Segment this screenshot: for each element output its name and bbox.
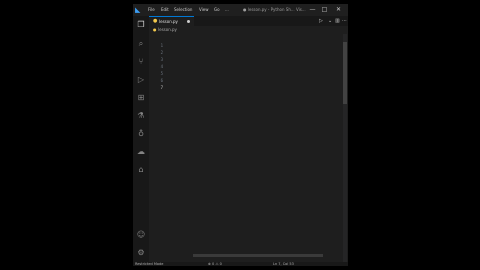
accounts-icon[interactable]: ☺ [136,230,146,240]
python-file-icon: ● [153,27,157,32]
testing-icon[interactable]: ⚗ [136,111,146,121]
tab-label: lesson.py [159,19,178,24]
line-number: 2 [160,50,163,55]
menu-view[interactable]: View [199,7,209,12]
docker-icon[interactable]: ☁ [136,147,146,157]
line-number-current: 7 [160,85,163,90]
breadcrumb: ● lesson.py [149,26,348,34]
close-icon[interactable]: ✕ [334,5,343,14]
manage-gear-icon[interactable]: ⚙ [136,248,146,258]
unsaved-dot-icon[interactable] [187,20,190,23]
window-title: ● lesson.py - Python Sh... Vis... [243,7,306,12]
status-cursor-position[interactable]: Ln 7, Col 53 [273,262,294,266]
explorer-icon[interactable]: ❐ [136,20,146,30]
minimize-icon[interactable]: — [308,5,317,14]
source-control-icon[interactable]: ⑂ [136,57,146,67]
line-number: 4 [160,64,163,69]
run-debug-icon[interactable]: ▷ [136,75,146,85]
status-bar: Restricted Mode ⊗ 0 ⚠ 0 Ln 7, Col 53 [133,262,348,266]
menu-more[interactable]: ... [225,7,229,12]
status-problems[interactable]: ⊗ 0 ⚠ 0 [208,262,222,266]
editor-tabs: ● lesson.py ▷ ⌄ ▥ ⋯ [149,16,348,26]
line-number: 5 [160,71,163,76]
vscode-window: ◣ File Edit Selection View Go ... ● less… [133,4,348,266]
run-icon[interactable]: ▷ [319,18,323,24]
run-dropdown-icon[interactable]: ⌄ [328,18,332,24]
title-bar: ◣ File Edit Selection View Go ... ● less… [133,4,348,16]
more-actions-icon[interactable]: ⋯ [342,18,347,24]
tab-lesson-py[interactable]: ● lesson.py [149,16,194,26]
vscode-logo-icon: ◣ [135,6,141,14]
search-icon[interactable]: ⌕ [136,39,146,49]
menu-selection[interactable]: Selection [174,7,192,12]
status-restricted-mode[interactable]: Restricted Mode [135,262,163,266]
split-editor-icon[interactable]: ▥ [335,18,340,24]
code-editor[interactable]: 1 2 3 4 5 6 7 [149,34,348,262]
menu-file[interactable]: File [148,7,155,12]
horizontal-scrollbar[interactable] [193,254,323,257]
remote-explorer-icon[interactable]: ⌂ [136,165,146,175]
activity-bar: ❐ ⌕ ⑂ ▷ ⊞ ⚗ ♁ ☁ ⌂ ☺ ⚙ [133,16,149,262]
vertical-scrollbar[interactable] [343,34,347,262]
line-number: 1 [160,43,163,48]
python-icon[interactable]: ♁ [136,129,146,139]
line-number: 6 [160,78,163,83]
maximize-icon[interactable]: □ [320,5,329,14]
menu-go[interactable]: Go [214,7,220,12]
scrollbar-thumb[interactable] [343,42,347,104]
python-file-icon: ● [153,18,158,24]
breadcrumb-file[interactable]: lesson.py [158,27,177,32]
line-number-gutter: 1 2 3 4 5 6 7 [149,42,163,91]
line-number: 3 [160,57,163,62]
menu-edit[interactable]: Edit [161,7,169,12]
extensions-icon[interactable]: ⊞ [136,93,146,103]
